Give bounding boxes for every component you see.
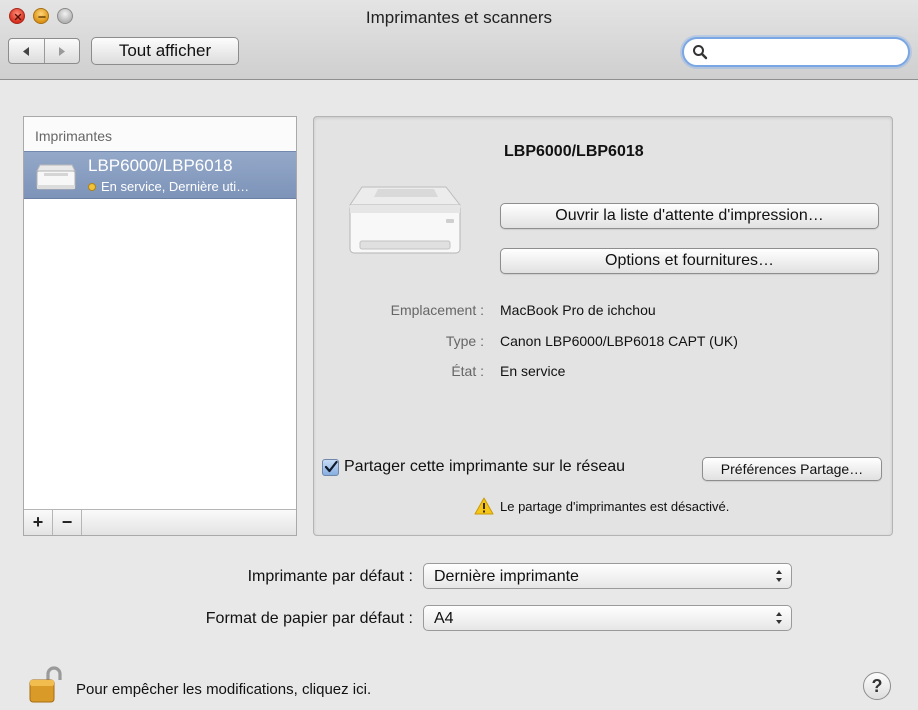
back-forward-control (8, 38, 80, 64)
printers-list-footer: + − (24, 509, 296, 535)
window-title: Imprimantes et scanners (365, 8, 553, 27)
location-label: Emplacement : (390, 302, 484, 318)
sharing-preferences-button[interactable]: Préférences Partage… (702, 457, 882, 481)
printer-details-panel: LBP6000/LBP6018 Ouvrir la liste d'attent… (313, 116, 893, 536)
popup-arrows-icon (776, 612, 782, 624)
open-print-queue-button[interactable]: Ouvrir la liste d'attente d'impression… (500, 203, 879, 229)
printer-icon (36, 164, 76, 190)
window-toolbar: Imprimantes et scanners Tout afficher (0, 0, 918, 80)
share-printer-row: Partager cette imprimante sur le réseau (322, 458, 625, 476)
help-button[interactable]: ? (863, 672, 891, 700)
printer-list-item-name: LBP6000/LBP6018 (88, 156, 233, 175)
back-arrow-icon (23, 46, 30, 56)
printers-list-header: Imprimantes (24, 117, 296, 151)
state-label: État : (451, 363, 484, 379)
add-printer-button[interactable]: + (24, 510, 53, 535)
lock-message[interactable]: Pour empêcher les modifications, cliquez… (76, 681, 371, 698)
remove-printer-button[interactable]: − (53, 510, 82, 535)
popup-arrows-icon (776, 570, 782, 582)
default-printer-popup[interactable]: Dernière imprimante (423, 563, 792, 589)
printer-details-name: LBP6000/LBP6018 (504, 143, 644, 160)
default-printer-value: Dernière imprimante (434, 568, 579, 585)
back-button[interactable] (9, 39, 44, 63)
warning-icon (474, 497, 494, 515)
options-supplies-button[interactable]: Options et fournitures… (500, 248, 879, 274)
sharing-warning: Le partage d'imprimantes est désactivé. (474, 497, 729, 515)
share-printer-checkbox[interactable] (322, 458, 339, 476)
printer-list-item[interactable]: LBP6000/LBP6018 En service, Dernière uti… (24, 151, 296, 199)
state-value: En service (500, 363, 566, 379)
type-value: Canon LBP6000/LBP6018 CAPT (UK) (500, 333, 738, 349)
paper-size-value: A4 (434, 610, 454, 627)
paper-size-popup[interactable]: A4 (423, 605, 792, 631)
status-dot-icon (88, 183, 96, 191)
printers-list: Imprimantes LBP6000/LBP6018 En service, … (23, 116, 297, 536)
forward-arrow-icon (58, 46, 65, 56)
lock-icon[interactable] (28, 666, 62, 704)
type-label: Type : (445, 333, 484, 349)
forward-button[interactable] (43, 39, 80, 63)
search-field[interactable] (682, 37, 910, 67)
search-input[interactable] (712, 44, 892, 60)
sharing-warning-text: Le partage d'imprimantes est désactivé. (500, 498, 730, 514)
printer-image-icon (349, 186, 462, 254)
location-value: MacBook Pro de ichchou (500, 302, 656, 318)
search-icon (693, 45, 708, 60)
share-printer-label[interactable]: Partager cette imprimante sur le réseau (344, 458, 625, 476)
checkmark-icon (324, 460, 338, 473)
printer-list-item-status: En service, Dernière uti… (88, 179, 294, 194)
show-all-button[interactable]: Tout afficher (91, 37, 239, 65)
paper-size-label: Format de papier par défaut : (205, 610, 413, 627)
printer-list-item-status-text: En service, Dernière uti… (101, 179, 250, 194)
default-printer-label: Imprimante par défaut : (247, 568, 413, 585)
